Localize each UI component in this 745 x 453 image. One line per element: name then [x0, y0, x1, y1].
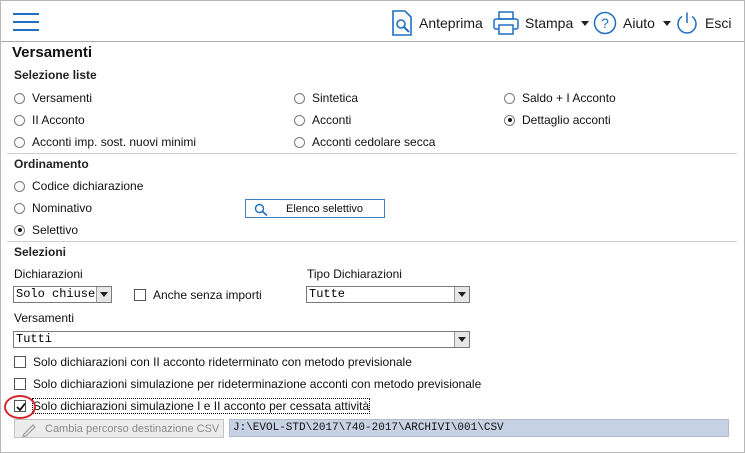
- chevron-down-icon: [662, 20, 671, 26]
- radio-dot: [14, 180, 25, 192]
- radio-label: Selettivo: [32, 223, 79, 237]
- divider: [7, 153, 737, 154]
- cambia-percorso-label: Cambia percorso destinazione CSV: [45, 423, 220, 435]
- chevron-down-icon: [454, 332, 469, 347]
- checkbox-box: [14, 356, 26, 368]
- radio-nominativo[interactable]: Nominativo: [14, 201, 92, 215]
- help-icon: ?: [593, 11, 617, 35]
- chevron-down-icon: [454, 287, 469, 302]
- help-label: Aiuto: [623, 15, 655, 31]
- radio-label: Acconti cedolare secca: [312, 135, 436, 149]
- preview-label: Anteprima: [419, 15, 483, 31]
- anche-senza-importi-checkbox[interactable]: Anche senza importi: [134, 288, 262, 302]
- radio-label: Versamenti: [32, 91, 93, 105]
- checkbox-label: Solo dichiarazioni simulazione I e II ac…: [31, 398, 371, 414]
- menu-icon[interactable]: [13, 13, 39, 32]
- radio-saldo-primo-acconto[interactable]: Saldo + I Acconto: [504, 91, 616, 105]
- svg-text:?: ?: [601, 15, 609, 31]
- check-cessata-attivita[interactable]: Solo dichiarazioni simulazione I e II ac…: [14, 398, 371, 414]
- elenco-selettivo-button[interactable]: Elenco selettivo: [245, 199, 385, 218]
- radio-label: Acconti imp. sost. nuovi minimi: [32, 135, 197, 149]
- checkbox-label: Solo dichiarazioni simulazione per ridet…: [33, 377, 482, 391]
- checkbox-label: Anche senza importi: [153, 288, 262, 302]
- exit-button[interactable]: Esci: [675, 9, 731, 37]
- exit-label: Esci: [705, 15, 732, 31]
- dichiarazioni-value: Solo chiuse: [16, 287, 96, 301]
- page-title: Versamenti: [12, 44, 93, 61]
- radio-dot-selected: [504, 114, 515, 126]
- radio-dot-selected: [14, 224, 25, 236]
- radio-selettivo[interactable]: Selettivo: [14, 223, 78, 237]
- radio-acconti[interactable]: Acconti: [294, 113, 351, 127]
- preview-icon: [391, 10, 413, 36]
- section-selezione-liste: Selezione liste: [14, 68, 97, 82]
- tipo-dichiarazioni-label: Tipo Dichiarazioni: [307, 267, 402, 281]
- search-icon: [254, 203, 268, 216]
- divider: [7, 241, 737, 242]
- radio-label: Dettaglio acconti: [522, 113, 611, 127]
- section-ordinamento: Ordinamento: [14, 157, 89, 171]
- radio-secondo-acconto[interactable]: II Acconto: [14, 113, 85, 127]
- radio-dettaglio-acconti[interactable]: Dettaglio acconti: [504, 113, 611, 127]
- radio-label: Acconti: [312, 113, 352, 127]
- radio-dot: [294, 136, 305, 148]
- cambia-percorso-button[interactable]: Cambia percorso destinazione CSV: [14, 419, 224, 438]
- radio-label: Saldo + I Acconto: [522, 91, 616, 105]
- help-button[interactable]: ? Aiuto: [593, 9, 671, 37]
- checkbox-box: [14, 378, 26, 390]
- preview-button[interactable]: Anteprima: [391, 9, 483, 37]
- toolbar: Anteprima Stampa ? Aiuto Esci: [1, 1, 744, 42]
- csv-path-field[interactable]: J:\EVOL-STD\2017\740-2017\ARCHIVI\001\CS…: [229, 419, 729, 437]
- radio-acconti-cedolare-secca[interactable]: Acconti cedolare secca: [294, 135, 435, 149]
- dichiarazioni-label: Dichiarazioni: [14, 267, 83, 281]
- printer-icon: [493, 11, 519, 35]
- radio-codice-dichiarazione[interactable]: Codice dichiarazione: [14, 179, 143, 193]
- pencil-icon: [22, 424, 36, 437]
- dichiarazioni-select[interactable]: Solo chiuse: [13, 286, 112, 303]
- radio-label: Nominativo: [32, 201, 93, 215]
- radio-label: Codice dichiarazione: [32, 179, 144, 193]
- check-secondo-acconto-previsionale[interactable]: Solo dichiarazioni con II acconto ridete…: [14, 355, 412, 369]
- section-selezioni: Selezioni: [14, 245, 67, 259]
- radio-sintetica[interactable]: Sintetica: [294, 91, 358, 105]
- radio-dot: [294, 92, 305, 104]
- radio-dot: [14, 92, 25, 104]
- versamenti-window: Anteprima Stampa ? Aiuto Esci Versamenti…: [0, 0, 745, 453]
- versamenti-label: Versamenti: [14, 311, 75, 325]
- radio-versamenti[interactable]: Versamenti: [14, 91, 92, 105]
- radio-label: II Acconto: [32, 113, 85, 127]
- check-simulazione-rideterminazione[interactable]: Solo dichiarazioni simulazione per ridet…: [14, 377, 481, 391]
- tipo-dichiarazioni-value: Tutte: [309, 287, 346, 301]
- print-label: Stampa: [525, 15, 574, 31]
- radio-dot: [14, 202, 25, 214]
- radio-dot: [14, 136, 25, 148]
- chevron-down-icon: [581, 20, 590, 26]
- chevron-down-icon: [96, 287, 111, 302]
- versamenti-value: Tutti: [16, 332, 53, 346]
- power-icon: [675, 11, 699, 35]
- radio-dot: [294, 114, 305, 126]
- elenco-selettivo-label: Elenco selettivo: [286, 203, 364, 215]
- radio-label: Sintetica: [312, 91, 359, 105]
- highlight-ring: [4, 395, 36, 419]
- radio-acconti-nuovi-minimi[interactable]: Acconti imp. sost. nuovi minimi: [14, 135, 196, 149]
- checkbox-box: [134, 289, 146, 301]
- versamenti-select[interactable]: Tutti: [13, 331, 470, 348]
- print-button[interactable]: Stampa: [493, 9, 590, 37]
- checkbox-label: Solo dichiarazioni con II acconto ridete…: [33, 355, 412, 369]
- tipo-dichiarazioni-select[interactable]: Tutte: [306, 286, 470, 303]
- radio-dot: [14, 114, 25, 126]
- radio-dot: [504, 92, 515, 104]
